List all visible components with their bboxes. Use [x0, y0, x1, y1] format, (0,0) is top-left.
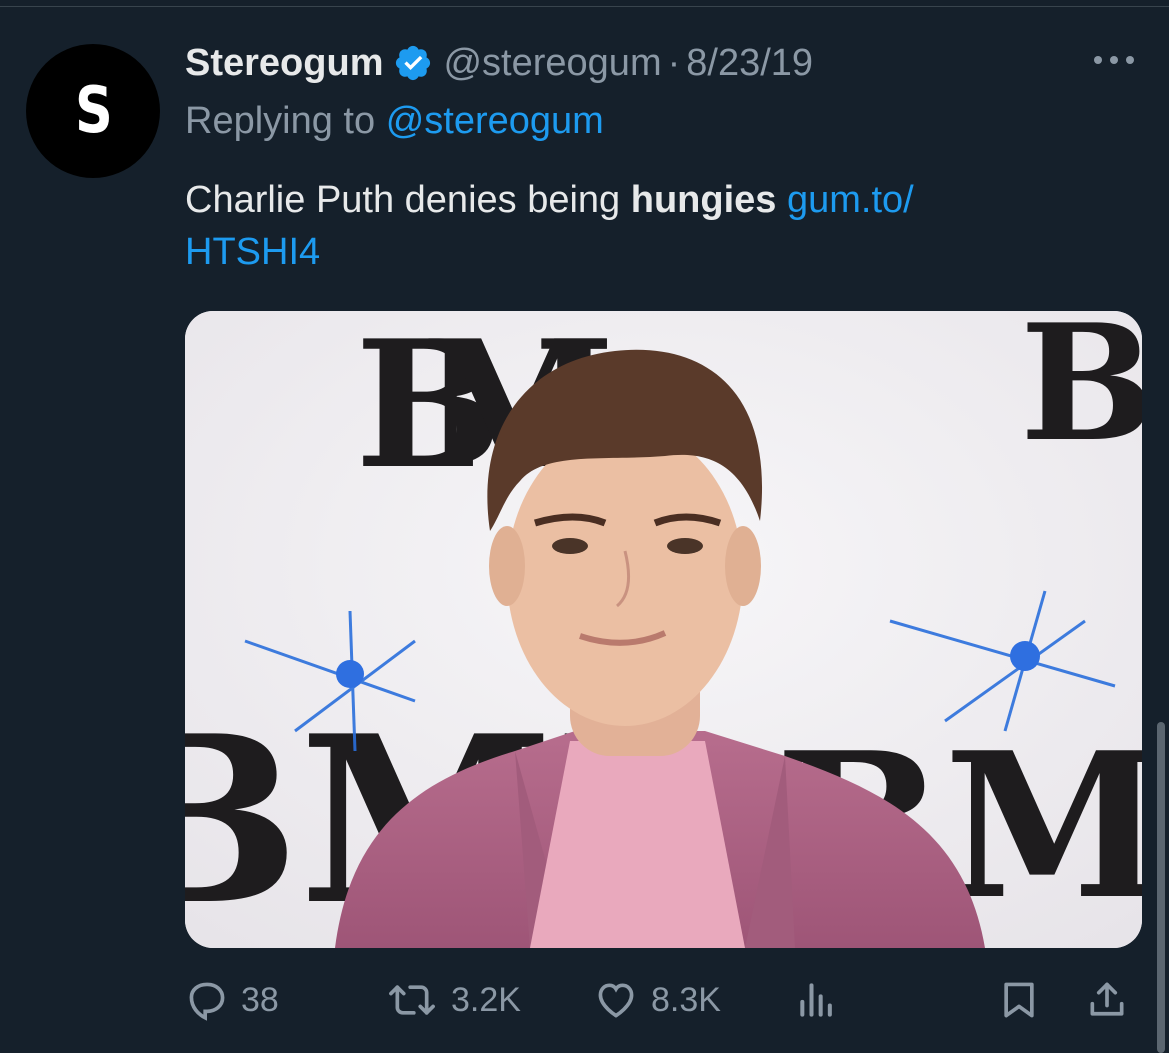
reply-icon	[189, 982, 225, 1021]
face	[507, 426, 743, 726]
photo-illustration: BMI BMI BMI BMI	[185, 311, 1142, 948]
tweet-text: Charlie Puth denies being hungies gum.to…	[185, 174, 1085, 278]
tweet-link-part1[interactable]: gum.to/	[787, 179, 914, 221]
retweet-count: 3.2K	[451, 980, 521, 1019]
replying-mention-link[interactable]: @stereogum	[386, 100, 604, 142]
reply-button[interactable]: 38	[185, 975, 279, 1025]
retweet-icon	[389, 985, 435, 1015]
tweet-link-part2[interactable]: HTSHI4	[185, 231, 320, 273]
replying-prefix: Replying to	[185, 100, 376, 142]
more-icon	[1094, 56, 1134, 64]
separator-dot: ·	[667, 41, 681, 84]
scrollbar[interactable]	[1157, 722, 1165, 1053]
retweet-button[interactable]: 3.2K	[385, 975, 521, 1025]
reply-count: 38	[241, 980, 279, 1019]
views-icon	[800, 983, 832, 1017]
like-button[interactable]: 8.3K	[593, 975, 721, 1025]
tweet-header: Stereogum @stereogum · 8/23/19	[185, 38, 813, 88]
tweet-date[interactable]: 8/23/19	[686, 42, 813, 85]
like-count: 8.3K	[651, 980, 721, 1019]
share-icon	[1090, 982, 1124, 1016]
avatar[interactable]: S	[26, 44, 160, 178]
more-options-button[interactable]	[1089, 40, 1139, 80]
avatar-letter: S	[74, 74, 113, 148]
bookmark-icon	[1004, 982, 1034, 1018]
author-handle[interactable]: @stereogum	[443, 42, 661, 85]
tweet-card[interactable]: S Stereogum @stereogum · 8/23/19 Replyin…	[0, 0, 1169, 1053]
verified-icon	[396, 45, 431, 81]
bookmark-button[interactable]	[997, 975, 1053, 1025]
like-icon	[598, 983, 634, 1018]
backdrop-text-right: BMI	[1020, 311, 1142, 477]
display-name[interactable]: Stereogum	[185, 42, 383, 85]
replying-to-line: Replying to @stereogum	[185, 100, 604, 143]
tweet-photo[interactable]: BMI BMI BMI BMI	[185, 311, 1142, 948]
share-button[interactable]	[1085, 975, 1141, 1025]
tweet-actions: 38 3.2K 8.3K	[185, 975, 1145, 1025]
views-button[interactable]	[795, 975, 851, 1025]
tweet-text-bold: hungies	[630, 179, 777, 221]
tweet-text-plain: Charlie Puth denies being	[185, 179, 631, 221]
